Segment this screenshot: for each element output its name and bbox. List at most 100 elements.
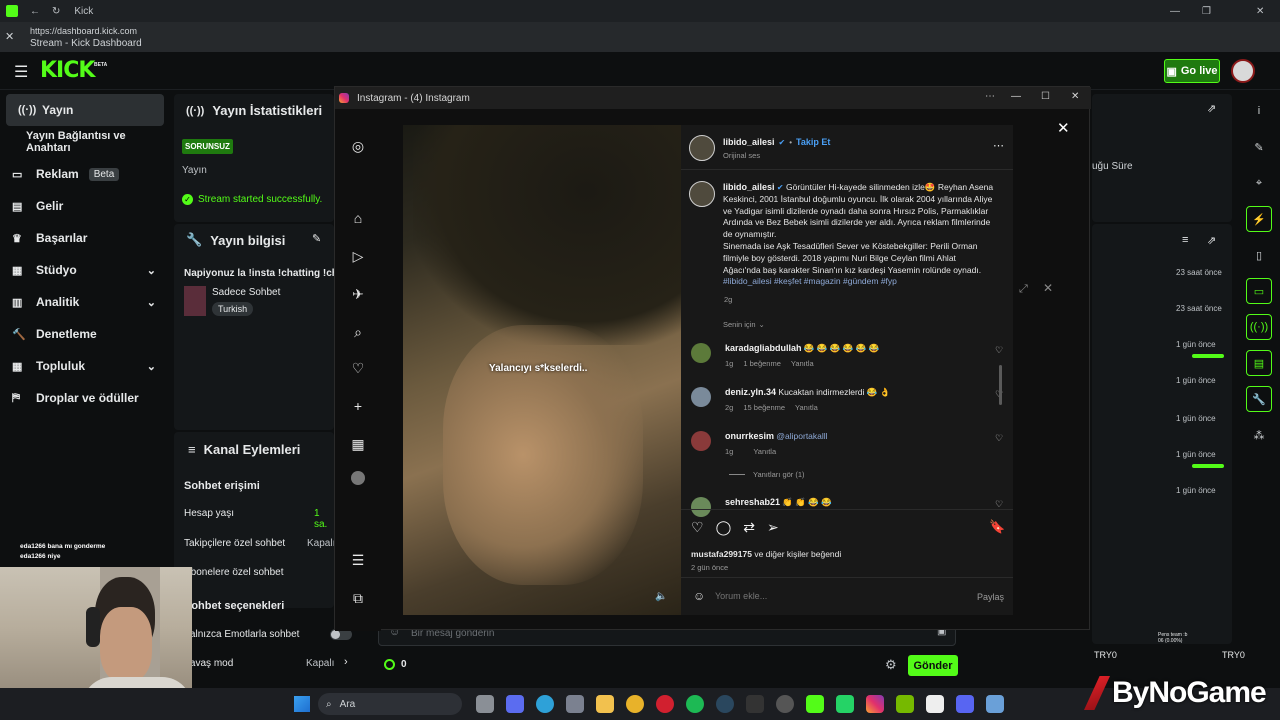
filter-icon[interactable]: ≡: [1182, 234, 1188, 246]
notifications-icon[interactable]: ♡: [349, 359, 367, 377]
opera-icon[interactable]: [656, 695, 674, 713]
instagram-app-icon[interactable]: [866, 695, 884, 713]
emoji-icon[interactable]: ☺: [693, 589, 705, 603]
account-age-value[interactable]: 1 sa.: [314, 508, 334, 530]
sidebar-item-7[interactable]: 🔨 Denetleme: [0, 318, 172, 350]
sidebar-item-3[interactable]: ▤ Gelir: [0, 190, 172, 222]
search-icon[interactable]: ⌕: [349, 323, 367, 341]
g-app-icon[interactable]: [926, 695, 944, 713]
comment-avatar[interactable]: [691, 387, 711, 407]
share-button[interactable]: Paylaş: [977, 592, 1004, 602]
comment-like-icon[interactable]: ♡: [995, 345, 1003, 356]
url-text[interactable]: https://dashboard.kick.com: [30, 26, 137, 36]
instagram-icon[interactable]: ◎: [349, 137, 367, 155]
share-icon[interactable]: ➢: [767, 519, 779, 536]
author-name[interactable]: libido_ailesi: [723, 137, 775, 147]
profile-icon[interactable]: [349, 471, 367, 489]
caption-avatar[interactable]: [689, 181, 715, 207]
minimize-icon[interactable]: —: [1011, 91, 1021, 102]
file-icon[interactable]: ▯: [1246, 242, 1272, 268]
comment-username[interactable]: onurrkesim: [725, 431, 774, 441]
comment-username[interactable]: sehreshab21: [725, 497, 780, 507]
nvidia-icon[interactable]: [896, 695, 914, 713]
chat-icon[interactable]: ▭: [1246, 278, 1272, 304]
popout-icon[interactable]: ⇗: [1207, 102, 1216, 115]
messages-icon[interactable]: ✈: [349, 285, 367, 303]
discord-icon[interactable]: [956, 695, 974, 713]
maximize-icon[interactable]: ❐: [1202, 6, 1211, 17]
close-tab-icon[interactable]: ✕: [5, 30, 14, 43]
popout-icon[interactable]: ⇗: [1207, 234, 1216, 247]
close-icon[interactable]: ✕: [1256, 6, 1264, 17]
explorer-icon[interactable]: [596, 695, 614, 713]
edit-icon[interactable]: ✎: [312, 232, 321, 245]
language-tag[interactable]: Turkish: [212, 302, 254, 316]
user-avatar[interactable]: [1231, 59, 1255, 83]
edge-icon[interactable]: [536, 695, 554, 713]
send-button[interactable]: Gönder: [908, 655, 958, 676]
info-icon[interactable]: i: [1246, 98, 1272, 124]
steam-icon[interactable]: [716, 695, 734, 713]
home-icon[interactable]: ⌂: [349, 209, 367, 227]
kick-logo[interactable]: KICK: [40, 58, 95, 83]
app-icon[interactable]: [776, 695, 794, 713]
sidebar-item-0[interactable]: ((·)) Yayın: [6, 94, 164, 126]
expand-icon[interactable]: ⤢: [1019, 283, 1028, 296]
reel-video[interactable]: Yalancıyı s*kselerdi.. 🔈: [403, 125, 681, 615]
kick-app-icon[interactable]: [806, 695, 824, 713]
group-icon[interactable]: ⁂: [1246, 422, 1272, 448]
reply-button[interactable]: Yanıtla: [795, 403, 818, 412]
close-post-icon[interactable]: ✕: [1057, 119, 1070, 137]
follow-button[interactable]: Takip Et: [796, 137, 830, 147]
comment-avatar[interactable]: [691, 497, 711, 517]
close-icon[interactable]: ✕: [1071, 91, 1079, 102]
spotify-icon[interactable]: [686, 695, 704, 713]
reply-button[interactable]: Yanıtla: [753, 447, 776, 456]
taskbar-search[interactable]: ⌕ Ara: [318, 693, 462, 715]
settings-app-icon[interactable]: [986, 695, 1004, 713]
close-chat-icon[interactable]: ✕: [1043, 281, 1053, 295]
audio-label[interactable]: Orijinal ses: [723, 151, 760, 160]
sidebar-item-5[interactable]: ▦ Stüdyo ⌄: [0, 254, 172, 286]
category-name[interactable]: Sadece Sohbet: [212, 287, 280, 298]
save-icon[interactable]: 🔖: [989, 519, 1005, 535]
wrench-icon[interactable]: 🔧: [1246, 386, 1272, 412]
maximize-icon[interactable]: ☐: [1041, 91, 1050, 102]
liked-by[interactable]: mustafa299175 ve diğer kişiler beğendi: [691, 549, 841, 559]
store-icon[interactable]: [566, 695, 584, 713]
comment-avatar[interactable]: [691, 431, 711, 451]
comments-scrollbar[interactable]: [999, 365, 1002, 405]
apps-icon[interactable]: ⧉: [349, 589, 367, 607]
epic-games-icon[interactable]: [746, 695, 764, 713]
follower-chat-value[interactable]: Kapalı: [307, 538, 335, 549]
reload-icon[interactable]: ↻: [52, 6, 60, 17]
comment-input[interactable]: [715, 587, 955, 605]
comment-avatar[interactable]: [691, 343, 711, 363]
task-view-icon[interactable]: [476, 695, 494, 713]
sidebar-item-9[interactable]: ⛿ Droplar ve ödüller: [0, 382, 172, 414]
sidebar-item-4[interactable]: ♛ Başarılar: [0, 222, 172, 254]
insights-icon[interactable]: ▦: [349, 435, 367, 453]
sidebar-item-1[interactable]: Yayın Bağlantısı ve Anahtarı: [0, 126, 172, 158]
comment-likes[interactable]: 15 beğenme: [743, 403, 785, 412]
post-options-icon[interactable]: ⋯: [993, 139, 1004, 152]
caption-username[interactable]: libido_ailesi: [723, 182, 775, 192]
widgets-icon[interactable]: [506, 695, 524, 713]
pencil-icon[interactable]: ✎: [1246, 134, 1272, 160]
whatsapp-icon[interactable]: [836, 695, 854, 713]
comment-likes[interactable]: 1 beğenme: [743, 359, 781, 368]
comment-username[interactable]: deniz.yln.34: [725, 387, 776, 397]
go-live-button[interactable]: ▣ Go live: [1164, 59, 1220, 83]
comment-like-icon[interactable]: ♡: [995, 433, 1003, 444]
create-icon[interactable]: +: [349, 397, 367, 415]
reply-button[interactable]: Yanıtla: [791, 359, 814, 368]
chrome-icon[interactable]: [626, 695, 644, 713]
sort-dropdown[interactable]: Senin için ⌄: [723, 320, 765, 329]
repost-icon[interactable]: ⇄: [743, 519, 755, 536]
menu-icon[interactable]: ☰: [349, 551, 367, 569]
windows-start-icon[interactable]: [294, 696, 310, 712]
chat-settings-icon[interactable]: ⚙: [885, 657, 897, 673]
minimize-icon[interactable]: —: [1170, 6, 1180, 17]
hashtags[interactable]: #libido_ailesi #keşfet #magazin #gündem …: [723, 276, 897, 286]
slow-mode-value[interactable]: Kapalı: [306, 658, 334, 669]
